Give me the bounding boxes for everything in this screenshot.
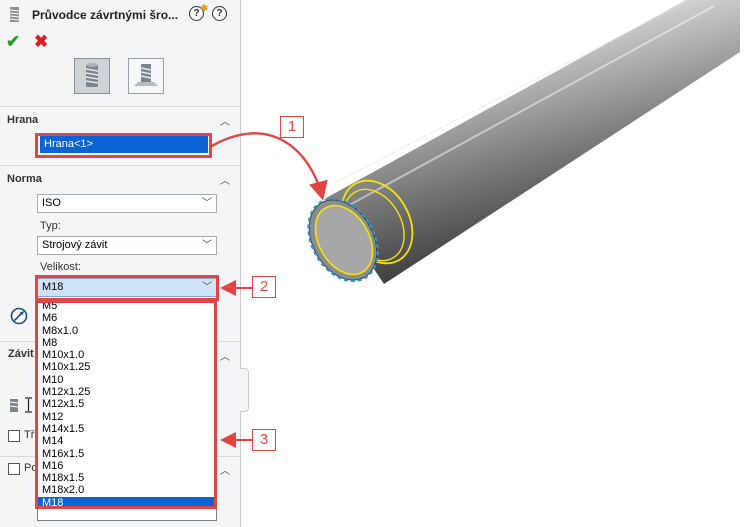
callout-2: 2 [252,276,276,298]
steel-rod-model[interactable] [294,0,740,294]
annotation-arrow-1 [209,132,328,201]
callout-3: 3 [252,429,276,451]
callout-1: 1 [280,116,304,138]
model-viewport [209,0,740,448]
